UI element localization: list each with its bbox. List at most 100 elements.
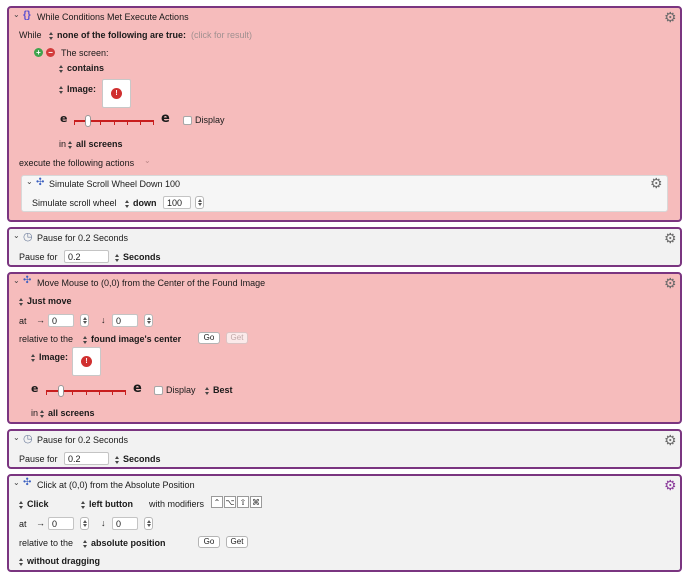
- drag-mode-value: without dragging: [27, 556, 100, 566]
- fuzziness-slider[interactable]: [74, 115, 154, 127]
- command-modifier-key[interactable]: ⌘: [250, 496, 262, 508]
- x-coordinate-stepper[interactable]: [80, 517, 89, 530]
- click-for-result-link[interactable]: (click for result): [191, 30, 252, 40]
- fuzziness-slider[interactable]: [46, 385, 126, 397]
- relative-to-select[interactable]: found image's center: [83, 334, 181, 344]
- collapse-chevron-icon[interactable]: ⌄: [26, 177, 33, 186]
- relative-to-select[interactable]: absolute position: [83, 538, 166, 548]
- display-checkbox[interactable]: Display: [183, 115, 225, 126]
- at-label: at: [19, 519, 27, 529]
- popup-arrows-icon: [19, 500, 24, 509]
- popup-arrows-icon: [19, 297, 24, 306]
- mouse-mode-value: Just move: [27, 296, 72, 306]
- go-button[interactable]: Go: [198, 536, 220, 548]
- pause-unit-value: Seconds: [123, 454, 161, 464]
- image-type-select[interactable]: Image:: [59, 84, 96, 94]
- popup-arrows-icon: [83, 335, 88, 344]
- condition-label: The screen:: [61, 48, 109, 58]
- display-checkbox[interactable]: Display: [154, 385, 196, 396]
- action-title: Pause for 0.2 Seconds: [37, 435, 129, 445]
- image-type-select[interactable]: Image:: [31, 352, 68, 362]
- condition-mode-select[interactable]: none of the following are true:: [49, 30, 186, 40]
- action-title: Pause for 0.2 Seconds: [37, 233, 129, 243]
- gear-icon[interactable]: ⚙: [664, 10, 677, 24]
- scroll-amount-stepper[interactable]: [195, 196, 204, 209]
- x-coordinate-stepper[interactable]: [80, 314, 89, 327]
- popup-arrows-icon: [19, 557, 24, 566]
- gear-icon[interactable]: ⚙: [664, 433, 677, 447]
- x-coordinate-field[interactable]: 0: [48, 314, 74, 327]
- execute-label: execute the following actions: [19, 158, 135, 168]
- clock-icon: ◷: [23, 231, 33, 243]
- get-button[interactable]: Get: [226, 536, 248, 548]
- shift-modifier-key[interactable]: ⇧: [237, 496, 249, 508]
- y-coordinate-stepper[interactable]: [144, 314, 153, 327]
- gear-icon[interactable]: ⚙: [664, 231, 677, 245]
- popup-arrows-icon: [125, 199, 130, 208]
- scroll-amount-field[interactable]: 100: [163, 196, 191, 209]
- action-title: While Conditions Met Execute Actions: [37, 12, 189, 22]
- execute-menu-chevron-icon[interactable]: ⌄: [144, 156, 151, 165]
- pause-duration-field[interactable]: 0.2: [64, 452, 109, 465]
- action-title: Move Mouse to (0,0) from the Center of t…: [37, 278, 266, 288]
- collapse-chevron-icon[interactable]: ⌄: [13, 231, 20, 240]
- click-mode-select[interactable]: Click: [19, 499, 49, 509]
- collapse-chevron-icon[interactable]: ⌄: [13, 433, 20, 442]
- x-coordinate-field[interactable]: 0: [48, 517, 74, 530]
- relative-label: relative to the: [19, 334, 74, 344]
- in-label: in: [31, 408, 39, 418]
- screen-mode-select[interactable]: contains: [59, 63, 104, 73]
- y-coordinate-stepper[interactable]: [144, 517, 153, 530]
- move-mouse-action: ⌄ ✣ Move Mouse to (0,0) from the Center …: [7, 272, 682, 424]
- alert-icon: !: [111, 88, 122, 99]
- clock-icon: ◷: [23, 433, 33, 445]
- popup-arrows-icon: [59, 64, 64, 73]
- screens-select[interactable]: all screens: [68, 139, 123, 149]
- add-condition-button[interactable]: +: [34, 48, 43, 57]
- click-action: ⌄ ✣ Click at (0,0) from the Absolute Pos…: [7, 474, 682, 572]
- gear-icon[interactable]: ⚙: [650, 176, 663, 190]
- option-modifier-key[interactable]: ⌥: [224, 496, 236, 508]
- get-button[interactable]: Get: [226, 332, 248, 344]
- action-title: Click at (0,0) from the Absolute Positio…: [37, 480, 195, 490]
- go-button[interactable]: Go: [198, 332, 220, 344]
- pause-duration-field[interactable]: 0.2: [64, 250, 109, 263]
- collapse-chevron-icon[interactable]: ⌄: [13, 276, 20, 285]
- drag-mode-select[interactable]: without dragging: [19, 556, 100, 566]
- fuzz-high-icon: e: [133, 381, 142, 396]
- y-coordinate-field[interactable]: 0: [112, 314, 138, 327]
- gear-icon[interactable]: ⚙: [664, 276, 677, 290]
- collapse-chevron-icon[interactable]: ⌄: [13, 478, 20, 487]
- in-label: in: [59, 139, 67, 149]
- display-label: Display: [195, 115, 225, 125]
- popup-arrows-icon: [40, 409, 45, 418]
- screens-select[interactable]: all screens: [40, 408, 95, 418]
- pause-label: Pause for: [19, 454, 58, 464]
- image-well[interactable]: !: [72, 347, 101, 376]
- at-label: at: [19, 316, 27, 326]
- mouse-mode-select[interactable]: Just move: [19, 296, 72, 306]
- arrow-right-icon: →: [36, 315, 45, 325]
- collapse-chevron-icon[interactable]: ⌄: [13, 10, 20, 19]
- gear-icon[interactable]: ⚙: [664, 478, 677, 492]
- image-well[interactable]: !: [102, 79, 131, 108]
- scroll-wheel-action: ⌄ ✣ Simulate Scroll Wheel Down 100 ⚙ Sim…: [21, 175, 668, 212]
- pause-action: ⌄ ◷ Pause for 0.2 Seconds ⚙ Pause for 0.…: [7, 429, 682, 469]
- alert-icon: !: [81, 356, 92, 367]
- mouse-button-select[interactable]: left button: [81, 499, 133, 509]
- pause-unit-select[interactable]: Seconds: [115, 252, 161, 262]
- image-label: Image:: [39, 352, 69, 362]
- mouse-action-icon: ✣: [23, 477, 32, 488]
- pause-unit-select[interactable]: Seconds: [115, 454, 161, 464]
- while-label: While: [19, 30, 42, 40]
- remove-condition-button[interactable]: −: [46, 48, 55, 57]
- best-select[interactable]: Best: [205, 385, 233, 395]
- brace-icon: {}: [23, 10, 31, 21]
- screens-value: all screens: [48, 408, 95, 418]
- y-coordinate-field[interactable]: 0: [112, 517, 138, 530]
- fuzz-low-icon: e: [31, 382, 39, 395]
- slider-knob[interactable]: [85, 115, 91, 127]
- slider-knob[interactable]: [58, 385, 64, 397]
- scroll-direction-select[interactable]: down: [125, 198, 157, 208]
- control-modifier-key[interactable]: ⌃: [211, 496, 223, 508]
